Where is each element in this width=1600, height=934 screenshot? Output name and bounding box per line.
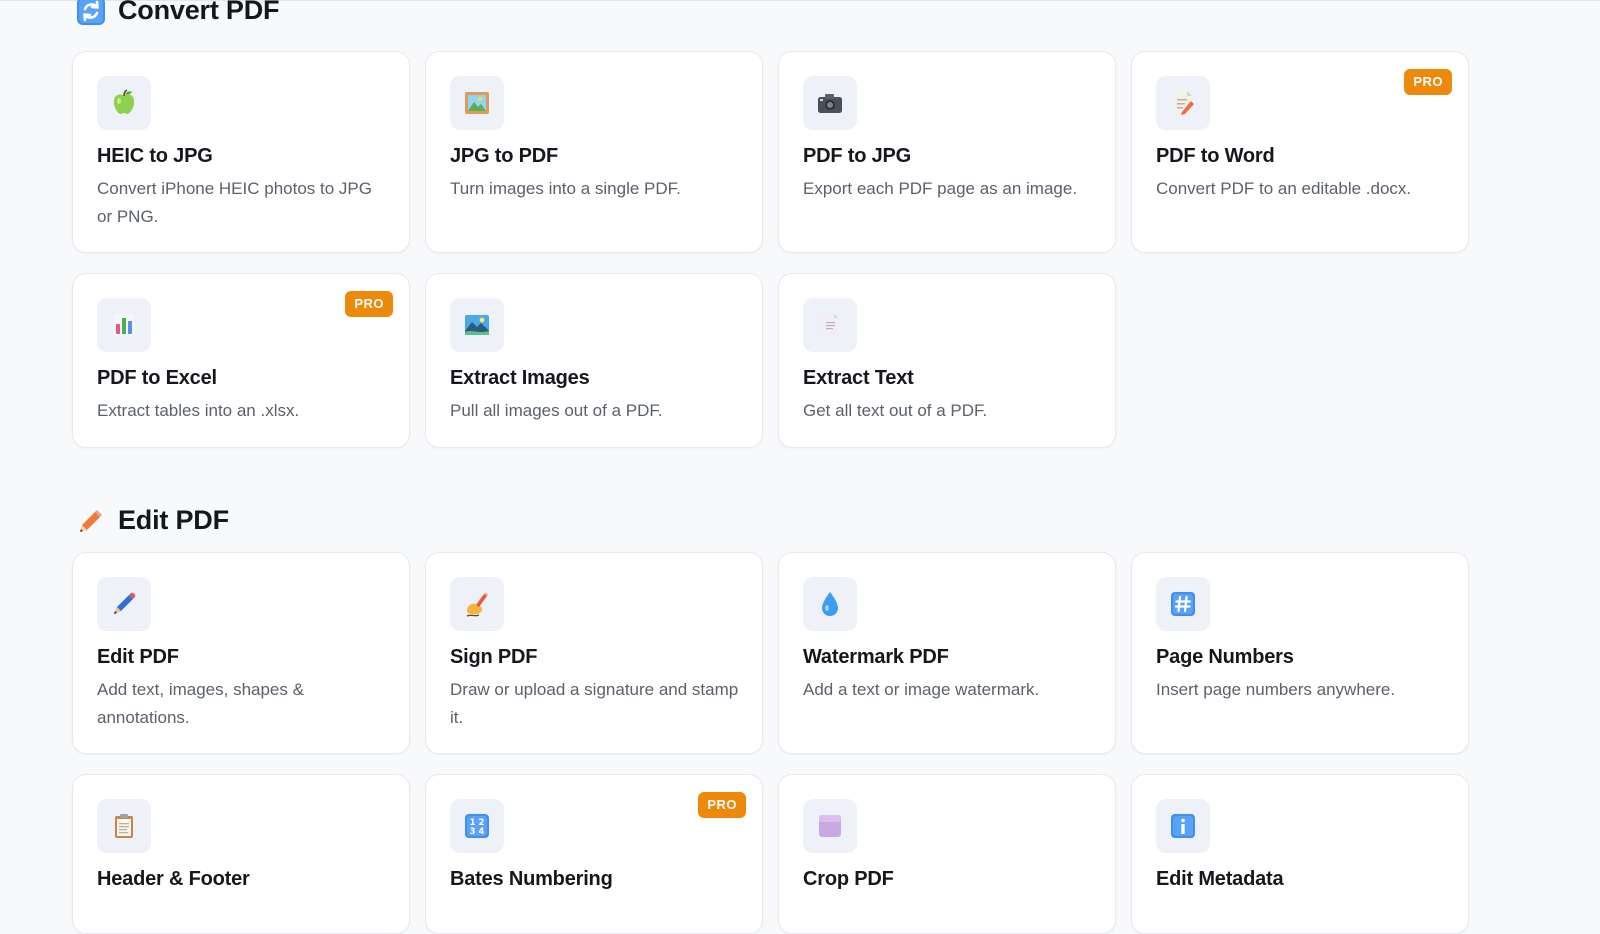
tool-card-jpg-to-pdf[interactable]: JPG to PDF Turn images into a single PDF… [425,51,763,253]
card-description: Convert iPhone HEIC photos to JPG or PNG… [97,179,372,226]
tool-card-pdf-to-excel[interactable]: PRO PDF to Excel Extract tables into an … [72,273,410,448]
section-title-convert-pdf: Convert PDF [76,0,280,26]
pen-icon [97,577,151,631]
card-title: Crop PDF [803,868,894,890]
refresh-arrows-icon [76,0,106,26]
droplet-icon [803,577,857,631]
pencil-icon [76,506,106,536]
purple-square-icon [803,799,857,853]
card-description: Add a text or image watermark. [803,680,1040,699]
card-title: Page Numbers [1156,646,1294,668]
bar-chart-icon [97,298,151,352]
green-apple-icon [97,76,151,130]
card-description: Draw or upload a signature and stamp it. [450,680,739,727]
tool-card-pdf-to-jpg[interactable]: PDF to JPG Export each PDF page as an im… [778,51,1116,253]
card-title: PDF to JPG [803,145,912,167]
camera-icon [803,76,857,130]
card-title: JPG to PDF [450,145,559,167]
tool-card-edit-pdf[interactable]: Edit PDF Add text, images, shapes & anno… [72,552,410,754]
clipboard-icon [97,799,151,853]
tool-card-extract-images[interactable]: Extract Images Pull all images out of a … [425,273,763,448]
svg-text:3 4: 3 4 [470,827,485,837]
document-icon [803,298,857,352]
card-description: Get all text out of a PDF. [803,401,988,420]
hash-keycap-icon [1156,577,1210,631]
card-title: HEIC to JPG [97,145,213,167]
card-title: Sign PDF [450,646,538,668]
pro-badge: PRO [1404,69,1452,95]
tool-card-bates-numbering[interactable]: 1 2 3 4 PRO Bates Numbering [425,774,763,934]
card-title: Extract Text [803,367,914,389]
card-title: Extract Images [450,367,590,389]
framed-picture-icon [450,76,504,130]
card-description: Turn images into a single PDF. [450,179,681,198]
tool-card-pdf-to-word[interactable]: PRO PDF to Word Convert PDF to an editab… [1131,51,1469,253]
info-icon [1156,799,1210,853]
landscape-image-icon [450,298,504,352]
numbers-keycap-icon: 1 2 3 4 [450,799,504,853]
memo-icon [1156,76,1210,130]
tool-card-watermark-pdf[interactable]: Watermark PDF Add a text or image waterm… [778,552,1116,754]
card-title: Watermark PDF [803,646,949,668]
writing-hand-icon [450,577,504,631]
tool-card-edit-metadata[interactable]: Edit Metadata [1131,774,1469,934]
section-title-text: Convert PDF [118,0,280,25]
card-description: Insert page numbers anywhere. [1156,680,1396,699]
card-title: Bates Numbering [450,868,613,890]
pro-badge: PRO [345,291,393,317]
section-title-edit-pdf: Edit PDF [76,505,229,536]
tool-card-heic-to-jpg[interactable]: HEIC to JPG Convert iPhone HEIC photos t… [72,51,410,253]
card-description: Extract tables into an .xlsx. [97,401,300,420]
card-description: Add text, images, shapes & annotations. [97,680,304,727]
pro-badge: PRO [698,792,746,818]
card-title: Edit Metadata [1156,868,1284,890]
card-description: Export each PDF page as an image. [803,179,1078,198]
tool-card-extract-text[interactable]: Extract Text Get all text out of a PDF. [778,273,1116,448]
tool-card-header-footer[interactable]: Header & Footer [72,774,410,934]
tool-card-crop-pdf[interactable]: Crop PDF [778,774,1116,934]
card-title: PDF to Excel [97,367,217,389]
tool-card-page-numbers[interactable]: Page Numbers Insert page numbers anywher… [1131,552,1469,754]
card-description: Convert PDF to an editable .docx. [1156,179,1412,198]
section-title-text: Edit PDF [118,505,229,535]
tool-card-sign-pdf[interactable]: Sign PDF Draw or upload a signature and … [425,552,763,754]
card-title: Header & Footer [97,868,250,890]
card-title: PDF to Word [1156,145,1275,167]
card-title: Edit PDF [97,646,179,668]
card-description: Pull all images out of a PDF. [450,401,663,420]
